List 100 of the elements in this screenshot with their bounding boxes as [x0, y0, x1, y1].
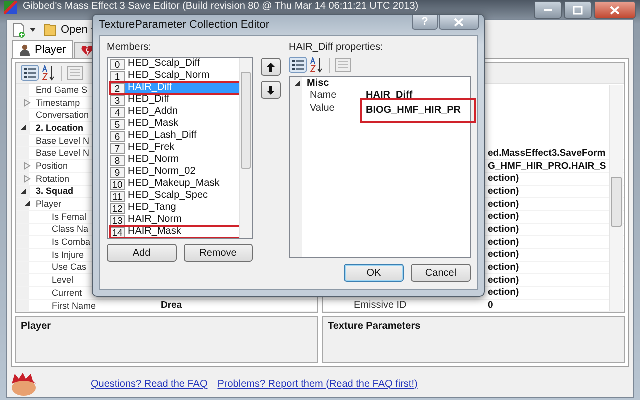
index-cell: 14 [110, 226, 125, 238]
folder-icon [44, 22, 58, 38]
dialog-button[interactable]: Cancel [411, 264, 471, 282]
member-item[interactable]: HED_Norm_02 [125, 166, 240, 178]
dialog-title: TextureParameter Collection Editor [99, 19, 270, 31]
app-icon [4, 1, 17, 14]
window-title: Gibbed's Mass Effect 3 Save Editor (Build revision 80 @ Thu Mar 14 06:11:21 UTC 2013) [23, 1, 419, 13]
sort-alpha-icon[interactable] [310, 57, 324, 73]
list-button[interactable]: Remove [184, 244, 253, 262]
property-value[interactable]: BIOG_HMF_HIR_PR [362, 100, 474, 120]
property-value: ection) [488, 224, 520, 235]
new-file-icon [13, 22, 27, 38]
index-cell: 8 [110, 154, 125, 166]
property-name: Timestamp [36, 98, 80, 108]
property-value: Drea [161, 300, 182, 312]
property-name: Value [310, 102, 335, 114]
property-name: Rotation [36, 174, 70, 184]
minimize-button[interactable] [534, 1, 562, 19]
close-icon [454, 18, 464, 26]
help-link[interactable]: Problems? Report them (Read the FAQ first!) [218, 378, 418, 390]
member-item[interactable]: HED_Lash_Diff [125, 130, 240, 142]
category-label: 3. Squad [36, 186, 74, 196]
member-item[interactable]: HED_Scalp_Diff [125, 58, 240, 70]
property-name: Class Na [52, 224, 89, 234]
scrollbar[interactable] [239, 58, 252, 238]
expanded-icon[interactable] [20, 188, 27, 194]
up-arrow-icon [267, 62, 275, 72]
category-label: 2. Location [36, 122, 84, 133]
property-value: ection) [488, 173, 520, 184]
members-label: Members: [107, 42, 152, 54]
property-value: G_HMF_HIR_PRO.HAIR_S [488, 160, 606, 172]
panel-title: Texture Parameters [328, 321, 421, 332]
close-button[interactable] [594, 1, 636, 19]
collapsed-icon[interactable] [24, 98, 31, 107]
new-file-button[interactable] [13, 22, 36, 38]
property-value: ection) [488, 249, 520, 260]
property-value: ection) [488, 186, 520, 197]
index-cell: 13 [110, 214, 125, 226]
expanded-icon[interactable] [294, 80, 301, 87]
categorized-icon[interactable] [21, 65, 39, 81]
close-icon [610, 6, 620, 14]
property-name: Is Femal [52, 212, 87, 222]
member-item[interactable]: HED_Mask [125, 118, 240, 130]
expanded-icon[interactable] [20, 124, 27, 132]
member-item[interactable]: HED_Frek [125, 142, 240, 154]
property-name: Base Level N [36, 136, 90, 146]
property-name: Base Level N [36, 148, 90, 158]
category-label: Misc [307, 78, 330, 89]
member-item[interactable]: HED_Addn [125, 106, 240, 118]
property-name: Position [36, 160, 68, 171]
help-link[interactable]: Questions? Read the FAQ [91, 378, 208, 390]
categorized-icon[interactable] [289, 57, 307, 73]
member-item[interactable]: HED_Scalp_Norm [125, 70, 240, 82]
index-cell: 11 [110, 190, 125, 202]
collapsed-icon[interactable] [24, 174, 31, 183]
property-value: ection) [488, 211, 520, 222]
property-name: Current [52, 288, 82, 298]
property-value: ection) [488, 287, 520, 298]
index-cell: 4 [110, 106, 125, 118]
index-cell: 9 [110, 166, 125, 178]
down-arrow-icon [267, 86, 275, 94]
move-down-button[interactable] [261, 81, 281, 99]
sort-alpha-icon[interactable] [42, 65, 56, 81]
index-cell: 7 [110, 142, 125, 154]
person-icon [19, 44, 31, 56]
move-up-button[interactable] [261, 58, 281, 76]
list-button[interactable]: Add [107, 244, 176, 262]
property-value: ection) [488, 236, 520, 248]
member-item[interactable]: HAIR_Mask [125, 226, 240, 238]
index-cell: 5 [110, 118, 125, 130]
property-value: ed.MassEffect3.SaveForm [488, 148, 606, 159]
property-name: Conversation [36, 110, 90, 120]
property-value: 0 [488, 300, 494, 312]
member-item[interactable]: HED_Makeup_Mask [125, 178, 240, 190]
member-item[interactable]: HAIR_Norm [125, 214, 240, 226]
open-button[interactable]: Open [44, 22, 97, 38]
member-item[interactable]: HED_Scalp_Spec [125, 190, 240, 202]
collapsed-icon[interactable] [24, 162, 31, 170]
maximize-icon [573, 6, 583, 14]
index-cell: 12 [110, 202, 125, 214]
maximize-button[interactable] [564, 1, 592, 19]
close-button[interactable] [439, 15, 479, 30]
member-item[interactable]: HED_Tang [125, 202, 240, 214]
logo-icon [9, 372, 39, 396]
dialog-button[interactable]: OK [344, 264, 404, 282]
expanded-icon[interactable] [24, 200, 31, 208]
property-name: Player [36, 199, 62, 210]
member-item[interactable]: HED_Norm [125, 154, 240, 166]
property-value[interactable]: HAIR_Diff [362, 90, 413, 102]
caret-icon [30, 28, 36, 32]
scrollbar[interactable] [609, 85, 623, 311]
minimize-icon [543, 8, 553, 12]
index-cell: 0 [110, 58, 125, 70]
member-item[interactable]: HED_Diff [125, 94, 240, 106]
tab[interactable]: Player [12, 40, 74, 58]
property-name: Is Comba [52, 237, 91, 248]
property-name: Name [310, 90, 337, 102]
property-name: Is Injure [52, 250, 84, 260]
property-name: End Game S [36, 84, 88, 95]
index-cell: 2 [110, 82, 125, 94]
